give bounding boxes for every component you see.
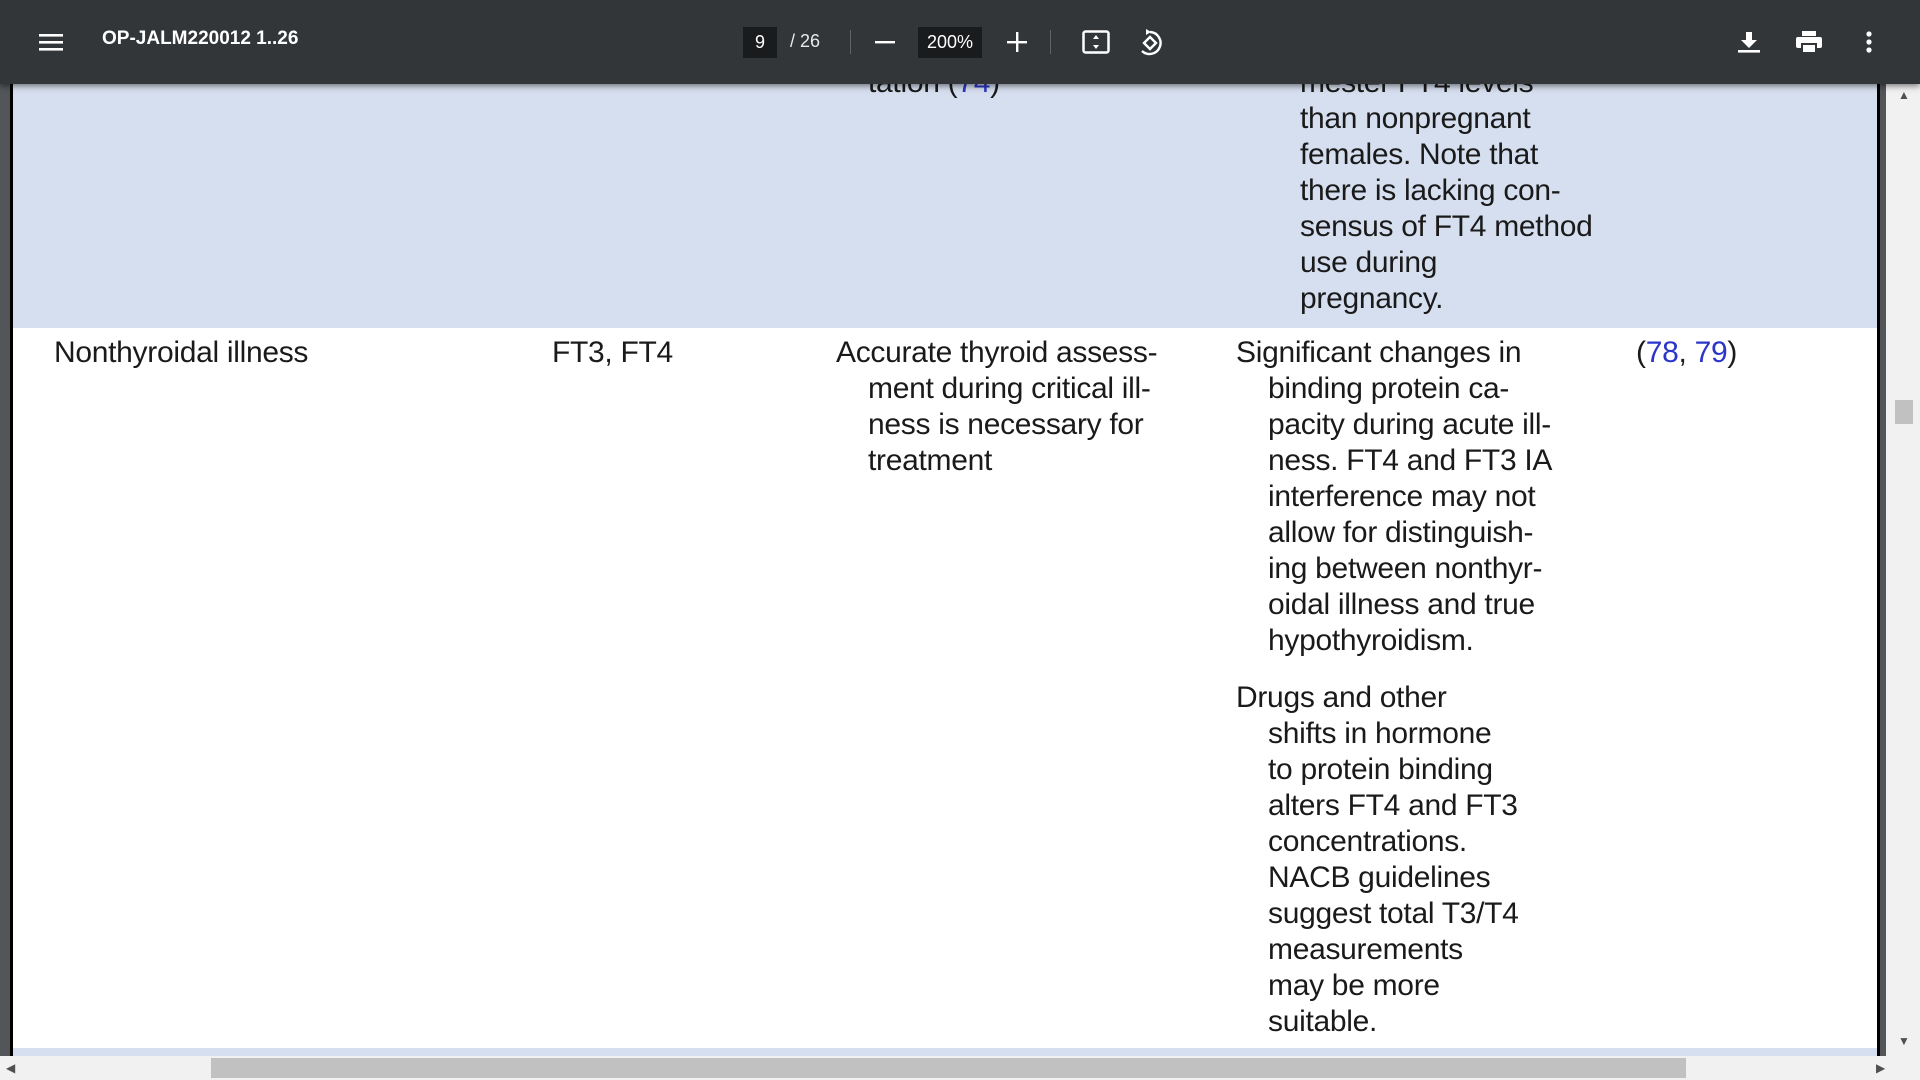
print-icon[interactable] xyxy=(1792,26,1826,58)
row2-col2: FT3, FT4 xyxy=(552,336,673,369)
row2-col3: Accurate thyroid assess-ment during crit… xyxy=(836,335,1158,479)
cell-line: concentrations. xyxy=(1268,825,1467,858)
scroll-left-arrow-icon[interactable]: ◀ xyxy=(6,1061,15,1075)
cell-line: shifts in hormone xyxy=(1268,717,1492,750)
paren: ( xyxy=(1636,336,1646,369)
cell-line: ness is necessary for xyxy=(868,408,1144,441)
divider xyxy=(850,30,851,54)
vertical-scroll-thumb[interactable] xyxy=(1895,400,1913,424)
reference-link-79[interactable]: 79 xyxy=(1695,336,1728,369)
separator: , xyxy=(1678,336,1695,369)
cell-line: NACB guidelines xyxy=(1268,861,1491,894)
cell-line: ment during critical ill- xyxy=(868,372,1151,405)
paren: ) xyxy=(1727,336,1738,369)
fit-page-icon[interactable] xyxy=(1080,26,1112,58)
cell-line: hypothyroidism. xyxy=(1268,624,1474,657)
more-vert-icon[interactable] xyxy=(1855,26,1883,58)
cell-line: Significant changes in xyxy=(1236,336,1522,369)
cell-line: than nonpregnant xyxy=(1300,102,1531,135)
horizontal-scrollbar[interactable]: ◀ ▶ xyxy=(0,1056,1920,1080)
zoom-out-icon[interactable] xyxy=(870,27,900,57)
row2-refs: (78, 79) xyxy=(1636,335,1737,371)
cell-line: suggest total T3/T4 xyxy=(1268,897,1519,930)
cell-line: Accurate thyroid assess- xyxy=(836,336,1158,369)
cell-line: may be more xyxy=(1268,969,1440,1002)
row2-col4-para2: Drugs and other shifts in hormone to prote… xyxy=(1236,680,1519,1040)
reference-link-78[interactable]: 78 xyxy=(1646,336,1679,369)
cell-line: suitable. xyxy=(1268,1005,1378,1038)
cell-line: pregnancy. xyxy=(1300,282,1444,315)
cell-line: interference may not xyxy=(1268,480,1536,513)
cell-line: binding protein ca- xyxy=(1268,372,1510,405)
cell-line: ness. FT4 and FT3 IA xyxy=(1268,444,1553,477)
download-icon[interactable] xyxy=(1733,26,1765,58)
page-total: / 26 xyxy=(790,31,821,51)
cell-line: measurements xyxy=(1268,933,1463,966)
row2-col4-para1: Significant changes in binding protein ca… xyxy=(1236,335,1552,659)
document-title: OP-JALM220012 1..26 xyxy=(102,28,299,49)
cell-line: pacity during acute ill- xyxy=(1268,408,1551,441)
row1-col4: mester FT4 levelsthan nonpregnantfemales… xyxy=(1268,65,1593,317)
scroll-down-arrow-icon[interactable]: ▼ xyxy=(1898,1034,1910,1048)
zoom-level-input[interactable]: 200% xyxy=(918,27,982,58)
scroll-right-arrow-icon[interactable]: ▶ xyxy=(1876,1061,1885,1075)
cell-line: sensus of FT4 method xyxy=(1300,210,1593,243)
row2-col1: Nonthyroidal illness xyxy=(54,336,309,369)
zoom-in-icon[interactable] xyxy=(1000,27,1034,57)
cell-line: oidal illness and true xyxy=(1268,588,1535,621)
cell-line: females. Note that xyxy=(1300,138,1539,171)
cell-line: alters FT4 and FT3 xyxy=(1268,789,1518,822)
pdf-toolbar: OP-JALM220012 1..26 9 / 26 200% xyxy=(0,0,1920,84)
horizontal-scroll-thumb[interactable] xyxy=(211,1058,1686,1078)
menu-icon[interactable] xyxy=(36,27,66,57)
scroll-up-arrow-icon[interactable]: ▲ xyxy=(1898,88,1910,102)
divider xyxy=(1050,30,1051,54)
pdf-viewport: tation (74) mester FT4 levelsthan nonpre… xyxy=(0,0,1886,1056)
page-number-input[interactable]: 9 xyxy=(743,27,777,58)
pdf-page: tation (74) mester FT4 levelsthan nonpre… xyxy=(10,0,1880,1056)
cell-line: Drugs and other xyxy=(1236,681,1447,714)
cell-line: use during xyxy=(1300,246,1438,279)
table-row-next xyxy=(13,1048,1877,1056)
cell-line: ing between nonthyr- xyxy=(1268,552,1543,585)
rotate-icon[interactable] xyxy=(1133,26,1167,60)
cell-line: allow for distinguish- xyxy=(1268,516,1534,549)
cell-line: to protein binding xyxy=(1268,753,1493,786)
cell-line: there is lacking con- xyxy=(1300,174,1561,207)
cell-line: treatment xyxy=(868,444,993,477)
vertical-scrollbar[interactable]: ▲ ▼ xyxy=(1886,84,1920,1056)
